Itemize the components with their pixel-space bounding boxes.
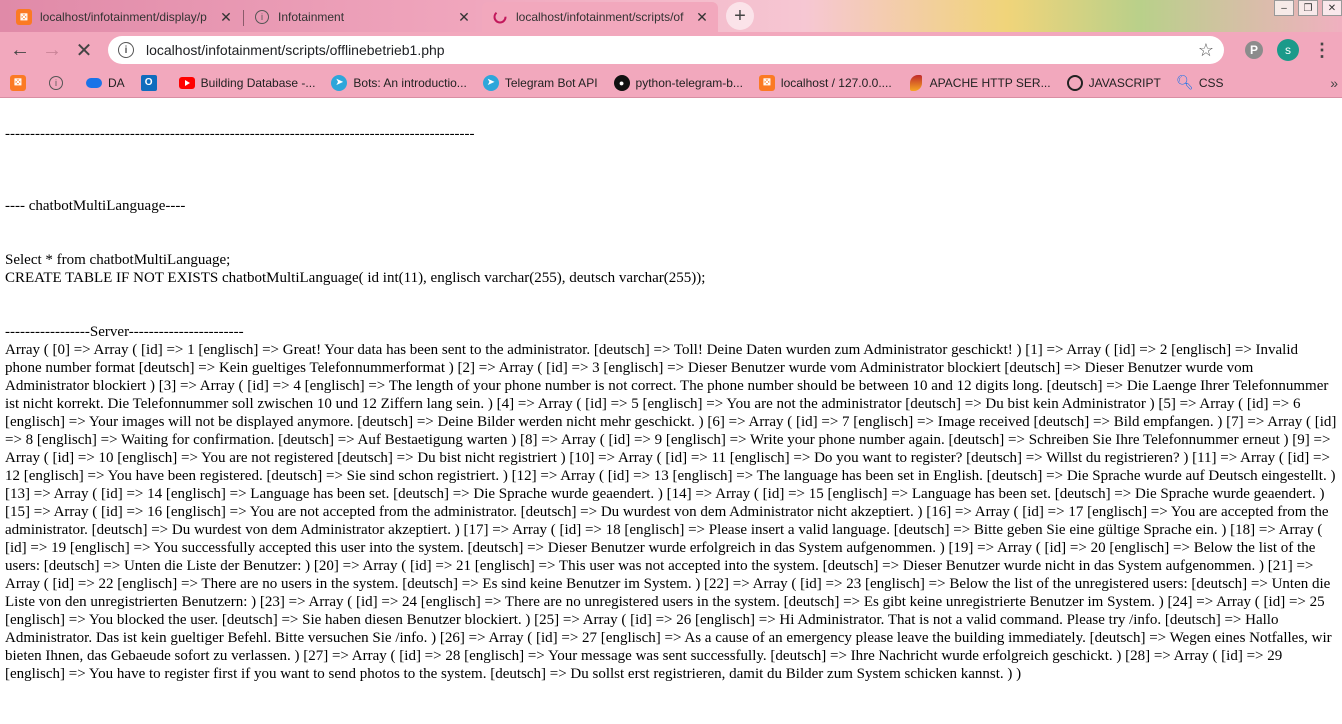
xampp-icon: ⊠ xyxy=(16,9,32,25)
js-icon xyxy=(1066,74,1083,91)
tab-title: Infotainment xyxy=(278,10,345,24)
github-icon: ● xyxy=(613,74,630,91)
bookmark-apache-http-server[interactable]: APACHE HTTP SER... xyxy=(908,74,1051,91)
forward-button[interactable]: → xyxy=(38,36,66,64)
search-icon: 🔍︎ xyxy=(1175,74,1194,90)
apache-icon xyxy=(908,74,924,91)
bookmark-telegram-bot-api[interactable]: ➤ Telegram Bot API xyxy=(482,74,598,91)
server-output: Array ( [0] => Array ( [id] => 1 [englis… xyxy=(5,342,1341,682)
new-tab-button[interactable]: + xyxy=(726,2,754,30)
close-window-icon[interactable]: ✕ xyxy=(1322,0,1342,16)
bookmark-css[interactable]: 🔍︎ CSS xyxy=(1175,74,1224,91)
page-content: ----------------------------------------… xyxy=(0,98,1342,683)
outlook-icon: O xyxy=(140,74,157,91)
tab-offlinebetrieb[interactable]: localhost/infotainment/scripts/of ✕ xyxy=(482,2,718,32)
more-bookmarks-icon[interactable]: » xyxy=(1330,75,1338,91)
xampp-icon: ⊠ xyxy=(10,74,26,91)
close-icon[interactable]: ✕ xyxy=(694,9,710,25)
bookmark-localhost-phpmyadmin[interactable]: ⊠ localhost / 127.0.0.... xyxy=(758,74,892,91)
browser-toolbar: ← → ✕ i ☆ P s ⋮ xyxy=(0,32,1342,68)
bookmark-bots-introduction[interactable]: ➤ Bots: An introductio... xyxy=(331,74,467,91)
tab-infotainment[interactable]: i Infotainment ✕ xyxy=(244,2,480,32)
info-icon: i xyxy=(254,9,270,25)
tab-strip: ⊠ localhost/infotainment/display/p ✕ i I… xyxy=(0,0,1342,32)
tab-title: localhost/infotainment/display/p xyxy=(40,10,207,24)
maximize-icon[interactable]: ❐ xyxy=(1298,0,1318,16)
youtube-icon xyxy=(178,75,195,91)
section-title: ---- chatbotMultiLanguage---- xyxy=(5,198,186,214)
telegram-icon: ➤ xyxy=(331,74,348,91)
separator-line: ----------------------------------------… xyxy=(5,126,475,142)
telegram-icon: ➤ xyxy=(482,74,499,91)
bookmark-javascript[interactable]: JAVASCRIPT xyxy=(1066,74,1161,91)
sql-create-query: CREATE TABLE IF NOT EXISTS chatbotMultiL… xyxy=(5,270,706,286)
close-icon[interactable]: ✕ xyxy=(218,9,234,25)
profile-avatar[interactable]: s xyxy=(1274,36,1302,64)
sql-select-query: Select * from chatbotMultiLanguage; xyxy=(5,252,231,268)
xampp-icon: ⊠ xyxy=(758,74,775,91)
bookmark-xampp[interactable]: ⊠ xyxy=(10,74,32,91)
bookmarks-bar: ⊠ i DA O Building Database -... ➤ Bots: A… xyxy=(0,68,1342,98)
bookmark-outlook[interactable]: O xyxy=(140,74,163,91)
bookmark-building-database[interactable]: Building Database -... xyxy=(178,75,315,91)
address-bar[interactable]: i ☆ xyxy=(108,36,1224,64)
stop-loading-button[interactable]: ✕ xyxy=(70,36,98,64)
window-controls: – ❐ ✕ xyxy=(1270,0,1342,16)
back-button[interactable]: ← xyxy=(6,36,34,64)
bookmark-star-icon[interactable]: ☆ xyxy=(1198,40,1214,61)
info-icon: i xyxy=(48,75,64,91)
bookmark-da[interactable]: DA xyxy=(86,75,125,91)
close-icon[interactable]: ✕ xyxy=(456,9,472,25)
url-input[interactable] xyxy=(144,41,1198,59)
cloud-icon xyxy=(86,75,102,91)
loading-icon xyxy=(492,9,508,25)
menu-icon[interactable]: ⋮ xyxy=(1308,36,1336,64)
site-info-icon[interactable]: i xyxy=(118,42,134,58)
pinterest-extension-icon[interactable]: P xyxy=(1240,36,1268,64)
server-label: -----------------Server-----------------… xyxy=(5,324,244,340)
tab-title: localhost/infotainment/scripts/of xyxy=(516,10,684,24)
minimize-icon[interactable]: – xyxy=(1274,0,1294,16)
tab-display[interactable]: ⊠ localhost/infotainment/display/p ✕ xyxy=(6,2,244,32)
bookmark-python-telegram-bot[interactable]: ● python-telegram-b... xyxy=(613,74,743,91)
bookmark-info[interactable]: i xyxy=(48,75,70,91)
